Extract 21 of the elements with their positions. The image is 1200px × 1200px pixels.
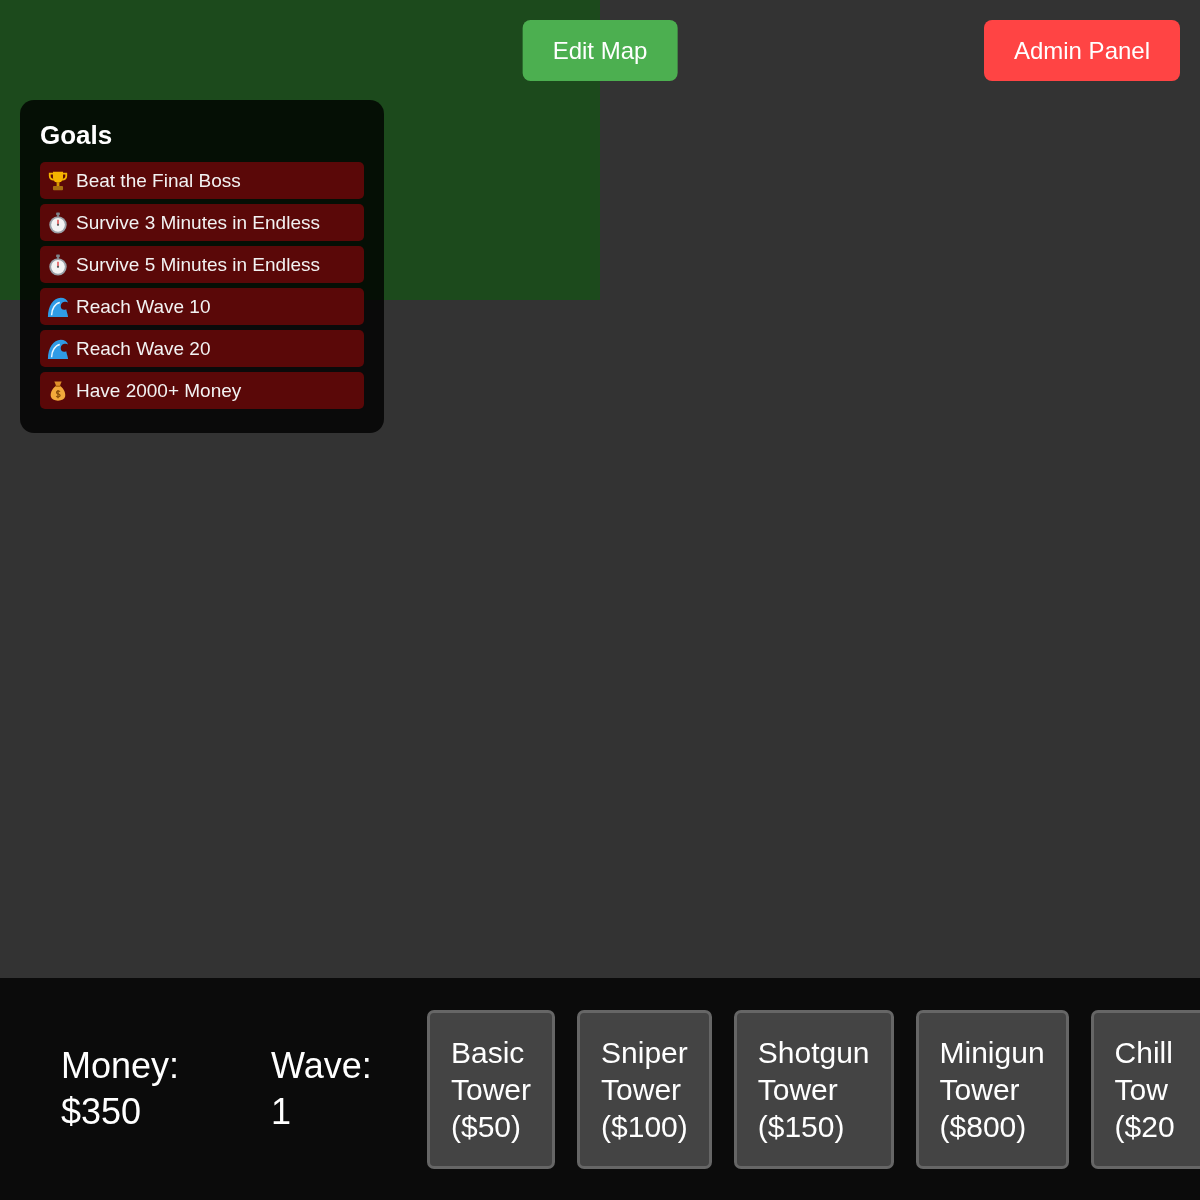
wave-label: Wave: (271, 1044, 373, 1088)
wave-value: 1 (271, 1090, 293, 1134)
stopwatch-icon (47, 253, 69, 276)
tower-button[interactable]: Chill Tow ($20 (1090, 1009, 1200, 1169)
tower-button[interactable]: Sniper Tower ($100) (577, 1009, 712, 1169)
goals-title: Goals (40, 120, 114, 150)
money-value: $350 (61, 1090, 143, 1134)
goal-label: Survive 3 Minutes in Endless (76, 210, 320, 235)
goal-label: Reach Wave 20 (76, 336, 211, 361)
money-label: Money: (61, 1044, 181, 1088)
goal-label: Survive 5 Minutes in Endless (76, 252, 320, 277)
wave-icon (47, 295, 69, 318)
goal-label: Beat the Final Boss (76, 168, 241, 193)
tower-button[interactable]: Shotgun Tower ($150) (733, 1009, 894, 1169)
goal-label: Reach Wave 10 (76, 294, 211, 319)
wave-icon (47, 337, 69, 360)
goal-label: Have 2000+ Money (76, 378, 242, 403)
tower-button[interactable]: Minigun Tower ($800) (915, 1009, 1069, 1169)
tower-button[interactable]: Basic Tower ($50) (427, 1009, 556, 1169)
stopwatch-icon (47, 211, 69, 234)
trophy-icon (47, 169, 69, 192)
